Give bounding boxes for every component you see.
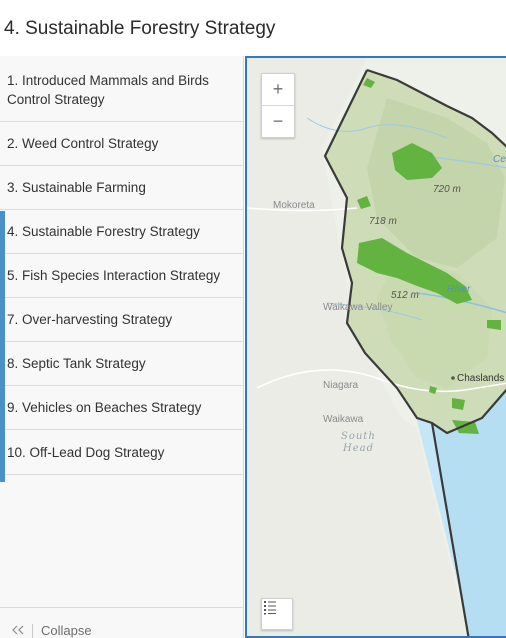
sidebar-item-off-lead-dog[interactable]: 10. Off-Lead Dog Strategy — [0, 430, 243, 475]
collapse-button[interactable]: Collapse — [12, 623, 92, 638]
place-label-waikawa: Waikawa — [323, 414, 364, 425]
collapse-bar: Collapse — [0, 607, 243, 638]
page-title: 4. Sustainable Forestry Strategy — [4, 18, 276, 39]
stream-label-cee: Cee — [493, 154, 506, 165]
place-label-niagara: Niagara — [323, 380, 358, 391]
river-label: River — [447, 284, 471, 295]
sidebar-item-sustainable-forestry[interactable]: 4. Sustainable Forestry Strategy — [0, 210, 243, 254]
sidebar-item-sustainable-farming[interactable]: 3. Sustainable Farming — [0, 166, 243, 210]
sidebar-item-vehicles-on-beaches[interactable]: 9. Vehicles on Beaches Strategy — [0, 386, 243, 430]
elevation-label-512: 512 m — [391, 290, 419, 301]
strategy-list: 1. Introduced Mammals and Birds Control … — [0, 56, 243, 475]
zoom-in-button[interactable]: + — [262, 74, 294, 106]
place-label-chaslands: Chaslands — [457, 373, 504, 384]
sidebar-item-fish-species[interactable]: 5. Fish Species Interaction Strategy — [0, 254, 243, 298]
map-view[interactable]: Mokoreta Waikawa Valley Niagara Waikawa … — [245, 56, 506, 638]
zoom-control: + − — [261, 73, 295, 138]
place-label-waikawa-valley: Waikawa Valley — [323, 302, 392, 313]
sidebar-item-over-harvesting[interactable]: 7. Over-harvesting Strategy — [0, 298, 243, 342]
sidebar-item-septic-tank[interactable]: 8. Septic Tank Strategy — [0, 342, 243, 386]
collapse-label: Collapse — [41, 623, 92, 638]
scroll-indicator[interactable] — [0, 211, 5, 482]
place-label-mokoreta: Mokoreta — [273, 200, 315, 211]
zoom-out-button[interactable]: − — [262, 106, 294, 137]
place-label-head: Head — [342, 443, 374, 454]
sidebar-item-weed-control[interactable]: 2. Weed Control Strategy — [0, 122, 243, 166]
strategy-sidebar: 1. Introduced Mammals and Birds Control … — [0, 56, 244, 638]
elevation-label-720: 720 m — [433, 184, 461, 195]
sidebar-item-introduced-mammals[interactable]: 1. Introduced Mammals and Birds Control … — [0, 56, 243, 122]
place-label-south: South — [341, 431, 376, 442]
map-canvas[interactable]: Mokoreta Waikawa Valley Niagara Waikawa … — [247, 58, 506, 638]
place-marker — [451, 376, 455, 380]
elevation-label-718: 718 m — [369, 216, 397, 227]
double-chevron-left-icon — [12, 623, 24, 638]
legend-button[interactable] — [261, 598, 293, 630]
divider — [32, 623, 33, 638]
